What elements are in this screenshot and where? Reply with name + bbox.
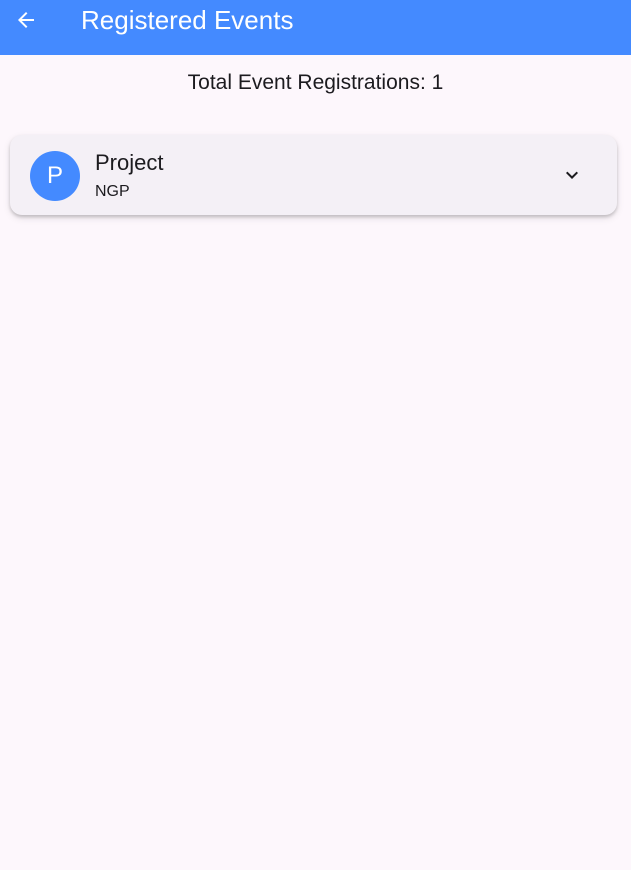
chevron-down-icon xyxy=(560,163,584,187)
event-card[interactable]: P Project NGP xyxy=(10,135,617,215)
arrow-back-icon xyxy=(14,8,38,32)
app-bar: Registered Events xyxy=(0,0,631,55)
event-title: Project xyxy=(95,150,164,175)
total-registrations-text: Total Event Registrations: 1 xyxy=(187,71,444,94)
back-button[interactable] xyxy=(4,0,48,40)
event-subtitle: NGP xyxy=(95,183,130,200)
expand-button[interactable] xyxy=(554,157,590,193)
event-avatar: P xyxy=(30,151,80,201)
page-title: Registered Events xyxy=(81,5,294,35)
